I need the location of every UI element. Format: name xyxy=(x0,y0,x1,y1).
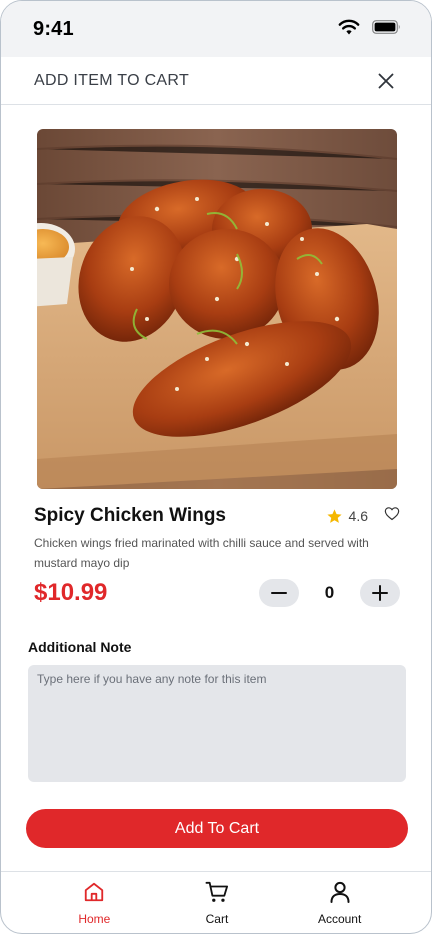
product-image xyxy=(37,129,397,489)
minus-icon xyxy=(271,592,287,594)
nav-item-account[interactable]: Account xyxy=(295,872,385,933)
star-icon xyxy=(326,508,342,523)
nav-label-cart: Cart xyxy=(205,912,229,926)
close-icon xyxy=(378,73,394,88)
sheet-header: ADD ITEM TO CART xyxy=(1,57,431,105)
product-name: Spicy Chicken Wings xyxy=(34,505,226,526)
plus-icon xyxy=(372,585,388,601)
heart-icon xyxy=(384,507,400,521)
sheet-title: ADD ITEM TO CART xyxy=(34,71,190,89)
nav-item-cart[interactable]: Cart xyxy=(172,872,262,933)
bottom-nav: Home Cart Account xyxy=(1,871,431,933)
product-price: $10.99 xyxy=(34,579,108,606)
rating-group: 4.6 xyxy=(326,506,400,526)
home-icon xyxy=(83,880,105,904)
battery-icon xyxy=(372,19,401,39)
note-input[interactable] xyxy=(28,665,406,782)
app-screen: 9:41 ADD ITEM TO CART Spicy Chicken Wing… xyxy=(0,0,432,934)
increase-quantity-button[interactable] xyxy=(360,579,400,607)
favorite-button[interactable] xyxy=(384,506,400,526)
status-icons xyxy=(338,19,401,40)
product-header: Spicy Chicken Wings 4.6 xyxy=(34,503,400,529)
note-label: Additional Note xyxy=(28,639,132,655)
nav-label-account: Account xyxy=(317,912,362,926)
nav-item-home[interactable]: Home xyxy=(49,872,139,933)
cart-icon xyxy=(205,880,229,904)
quantity-stepper: 0 xyxy=(259,579,400,607)
product-description: Chicken wings fried marinated with chill… xyxy=(34,536,369,570)
rating-value: 4.6 xyxy=(348,508,368,524)
add-to-cart-button[interactable]: Add To Cart xyxy=(26,809,408,848)
nav-label-home: Home xyxy=(78,912,111,926)
account-icon xyxy=(330,880,350,904)
close-button[interactable] xyxy=(375,70,397,92)
decrease-quantity-button[interactable] xyxy=(259,579,299,607)
quantity-value: 0 xyxy=(324,583,335,602)
wifi-icon xyxy=(338,19,360,40)
status-bar: 9:41 xyxy=(1,1,431,57)
status-time: 9:41 xyxy=(33,17,74,40)
